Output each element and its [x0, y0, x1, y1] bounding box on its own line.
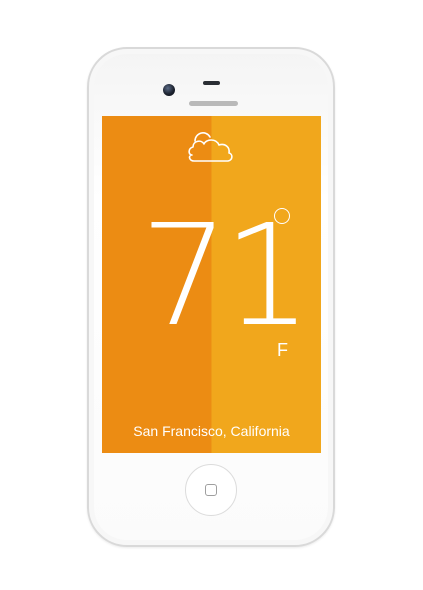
phone-mockup: 71 F San Francisco, California [0, 0, 423, 590]
earpiece-icon [203, 81, 220, 85]
temperature-value: 71 [140, 195, 312, 358]
temperature-unit: F [277, 340, 288, 360]
front-camera-icon [163, 84, 175, 96]
home-square-icon [205, 484, 217, 496]
partly-cloudy-icon [188, 132, 233, 162]
weather-screen: 71 F San Francisco, California [102, 116, 321, 453]
location-label: San Francisco, California [133, 423, 290, 439]
degree-symbol [274, 208, 290, 224]
home-button[interactable] [185, 464, 237, 516]
speaker-grille-icon [189, 101, 238, 106]
